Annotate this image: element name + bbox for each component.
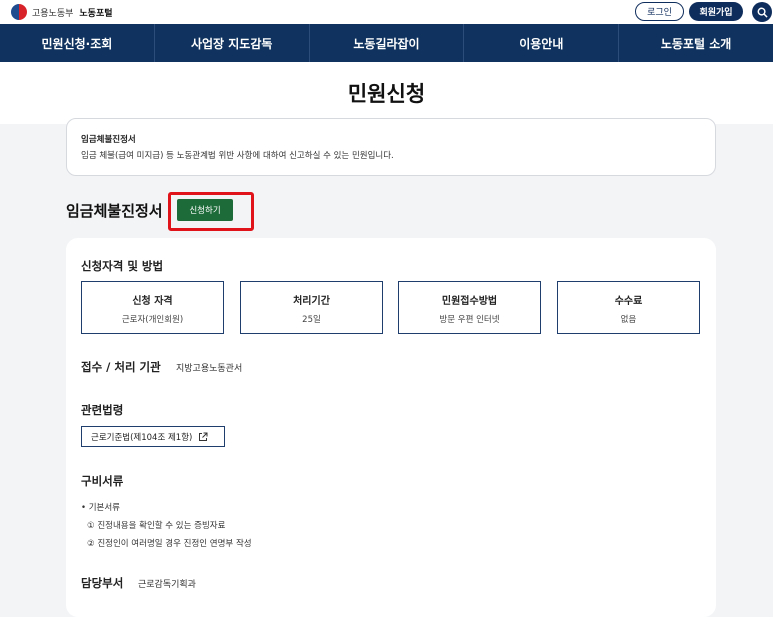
nav-item-usage-guide[interactable]: 이용안내 (464, 24, 620, 62)
page-title: 민원신청 (347, 82, 426, 106)
ministry-logo[interactable]: 고용노동부 노동포털 (10, 3, 113, 21)
ministry-name: 고용노동부 (32, 8, 74, 19)
search-icon (757, 7, 768, 18)
portal-name: 노동포털 (79, 8, 113, 19)
info-box-label: 신청 자격 (132, 296, 173, 307)
details-card: 신청자격 및 방법 신청 자격 근로자(개인회원) 처리기간 25일 민원접수방… (66, 238, 716, 617)
nav-item-workplace-inspection[interactable]: 사업장 지도감독 (155, 24, 310, 62)
info-box-processing-period: 처리기간 25일 (240, 281, 383, 334)
documents-list: • 기본서류 ① 진정내용을 확인할 수 있는 증빙자료 ② 진정인이 여러명일… (81, 499, 252, 553)
law-link[interactable]: 근로기준법(제104조 제1항) (81, 426, 225, 447)
department-value: 근로감독기획과 (138, 580, 196, 590)
info-box-submission-method: 민원접수방법 방문 우편 인터넷 (398, 281, 541, 334)
documents-basic-label: • 기본서류 (81, 503, 120, 513)
main-nav: 민원신청·조회 사업장 지도감독 노동길라잡이 이용안내 노동포털 소개 (0, 24, 773, 62)
law-link-label: 근로기준법(제104조 제1항) (91, 432, 193, 443)
top-bar: 고용노동부 노동포털 로그인 회원가입 (0, 0, 773, 24)
document-item: ② 진정인이 여러명일 경우 진정인 연명부 작성 (87, 539, 252, 549)
summary-box: 임금체불진정서 임금 체불(급여 미지급) 등 노동관계법 위반 사항에 대하여… (66, 118, 716, 176)
info-box-value: 없음 (620, 315, 637, 325)
info-box-value: 25일 (302, 315, 321, 325)
document-item: ① 진정내용을 확인할 수 있는 증빙자료 (87, 521, 226, 531)
external-link-icon (199, 432, 208, 441)
documents-title: 구비서류 (81, 474, 124, 488)
info-box-fee: 수수료 없음 (557, 281, 700, 334)
service-heading: 임금체불진정서 (66, 202, 163, 220)
summary-description: 임금 체불(급여 미지급) 등 노동관계법 위반 사항에 대하여 신고하실 수 … (81, 151, 394, 161)
info-box-value: 방문 우편 인터넷 (439, 315, 500, 325)
nav-item-labor-guide[interactable]: 노동길라잡이 (310, 24, 465, 62)
department-title: 담당부서 (81, 576, 124, 590)
info-box-eligibility: 신청 자격 근로자(개인회원) (81, 281, 224, 334)
nav-item-civil-application[interactable]: 민원신청·조회 (0, 24, 155, 62)
nav-item-portal-intro[interactable]: 노동포털 소개 (619, 24, 773, 62)
law-title: 관련법령 (81, 403, 124, 417)
title-band: 민원신청 (0, 62, 773, 124)
agency-value: 지방고용노동관서 (176, 364, 243, 374)
summary-title: 임금체불진정서 (81, 135, 136, 145)
ministry-emblem-icon (10, 3, 28, 21)
info-box-label: 민원접수방법 (441, 296, 498, 307)
search-button[interactable] (752, 2, 772, 22)
login-button[interactable]: 로그인 (635, 2, 684, 21)
info-box-label: 처리기간 (293, 296, 330, 307)
info-box-label: 수수료 (614, 296, 643, 307)
apply-button[interactable]: 신청하기 (177, 199, 233, 221)
join-button[interactable]: 회원가입 (689, 2, 743, 21)
info-box-value: 근로자(개인회원) (121, 315, 184, 325)
agency-title: 접수 / 처리 기관 (81, 360, 161, 374)
eligibility-title: 신청자격 및 방법 (81, 259, 164, 273)
